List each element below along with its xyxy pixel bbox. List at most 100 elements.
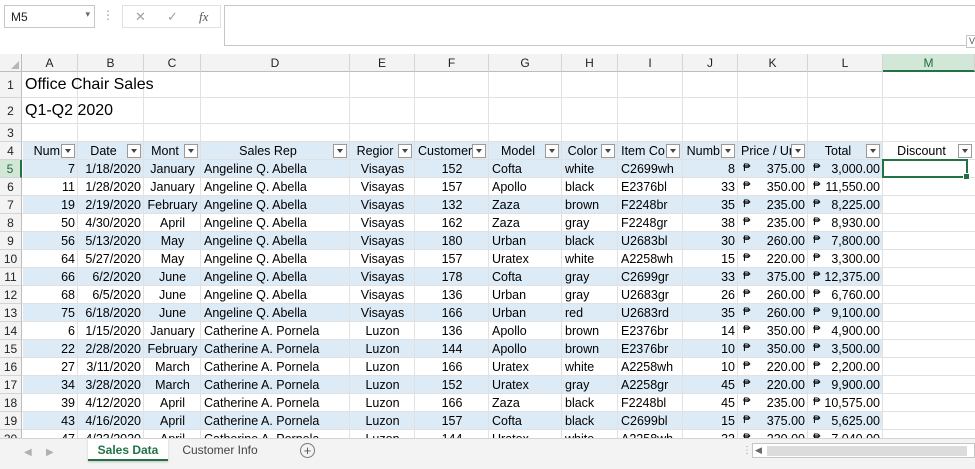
cell-month[interactable]: January <box>144 160 201 178</box>
cell-region[interactable]: Luzon <box>350 322 415 340</box>
cell-model[interactable]: Zaza <box>489 214 562 232</box>
cell-color[interactable]: brown <box>562 322 618 340</box>
cell-qty[interactable]: 35 <box>683 304 738 322</box>
prev-sheet-icon[interactable]: ◀ <box>24 447 32 458</box>
cell-region[interactable]: Luzon <box>350 394 415 412</box>
filter-dropdown-icon[interactable] <box>866 144 880 158</box>
cell-num[interactable]: 50 <box>22 214 78 232</box>
cell-code[interactable]: E2376bl <box>618 178 683 196</box>
filter-dropdown-icon[interactable] <box>472 144 486 158</box>
cell-date[interactable]: 5/13/2020 <box>78 232 144 250</box>
cell-code[interactable]: E2376br <box>618 322 683 340</box>
row-header-7[interactable]: 7 <box>0 196 22 214</box>
cell-qty[interactable]: 14 <box>683 322 738 340</box>
cell-code[interactable]: C2699gr <box>618 268 683 286</box>
cell-color[interactable]: gray <box>562 268 618 286</box>
column-header-b[interactable]: B <box>78 54 144 72</box>
cell-num[interactable]: 66 <box>22 268 78 286</box>
formula-bar-grip-icon[interactable]: ⋮ <box>102 8 114 22</box>
row-header-1[interactable]: 1 <box>0 72 22 98</box>
cell-rep[interactable]: Angeline Q. Abella <box>201 250 350 268</box>
cell-rep[interactable]: Catherine A. Pornela <box>201 412 350 430</box>
cell-region[interactable]: Visayas <box>350 160 415 178</box>
cell-month[interactable]: June <box>144 304 201 322</box>
cell-code[interactable]: A2258wh <box>618 358 683 376</box>
cell-num[interactable]: 22 <box>22 340 78 358</box>
cell-model[interactable]: Apollo <box>489 322 562 340</box>
cell-model[interactable]: Apollo <box>489 178 562 196</box>
cell-month[interactable]: March <box>144 358 201 376</box>
cell-color[interactable]: brown <box>562 196 618 214</box>
cell-model[interactable]: Cofta <box>489 412 562 430</box>
scrollbar-thumb[interactable] <box>767 446 967 456</box>
column-header-i[interactable]: I <box>618 54 683 72</box>
cell-region[interactable]: Visayas <box>350 232 415 250</box>
cell-num[interactable]: 68 <box>22 286 78 304</box>
cell-num[interactable]: 19 <box>22 196 78 214</box>
cell-num[interactable]: 75 <box>22 304 78 322</box>
cell-color[interactable]: gray <box>562 376 618 394</box>
cell-rep[interactable]: Catherine A. Pornela <box>201 340 350 358</box>
cell-qty[interactable]: 30 <box>683 232 738 250</box>
cell-region[interactable]: Visayas <box>350 286 415 304</box>
cell-color[interactable]: gray <box>562 286 618 304</box>
column-header-c[interactable]: C <box>144 54 201 72</box>
cell-date[interactable]: 4/16/2020 <box>78 412 144 430</box>
row-header-14[interactable]: 14 <box>0 322 22 340</box>
cell-color[interactable]: black <box>562 394 618 412</box>
cell-month[interactable]: April <box>144 412 201 430</box>
cell-date[interactable]: 1/15/2020 <box>78 322 144 340</box>
filter-dropdown-icon[interactable] <box>791 144 805 158</box>
row-header-15[interactable]: 15 <box>0 340 22 358</box>
scroll-left-icon[interactable]: ◀ <box>755 445 762 456</box>
cell-customer[interactable]: 166 <box>415 358 489 376</box>
cell-qty[interactable]: 33 <box>683 178 738 196</box>
cell-rep[interactable]: Angeline Q. Abella <box>201 232 350 250</box>
cell-num[interactable]: 11 <box>22 178 78 196</box>
cell-num[interactable]: 27 <box>22 358 78 376</box>
cell-date[interactable]: 4/23/2020 <box>78 430 144 438</box>
filter-dropdown-icon[interactable] <box>545 144 559 158</box>
cell-date[interactable]: 1/28/2020 <box>78 178 144 196</box>
horizontal-scrollbar[interactable]: ◀ <box>752 443 975 458</box>
cell-num[interactable]: 64 <box>22 250 78 268</box>
row-header-8[interactable]: 8 <box>0 214 22 232</box>
cell-code[interactable]: U2683rd <box>618 304 683 322</box>
cell-qty[interactable]: 8 <box>683 160 738 178</box>
cell-code[interactable]: U2683bl <box>618 232 683 250</box>
cell-rep[interactable]: Angeline Q. Abella <box>201 214 350 232</box>
cell-month[interactable]: February <box>144 340 201 358</box>
cell-month[interactable]: May <box>144 250 201 268</box>
cell-customer[interactable]: 166 <box>415 304 489 322</box>
cell-rep[interactable]: Angeline Q. Abella <box>201 178 350 196</box>
column-header-a[interactable]: A <box>22 54 78 72</box>
cell-month[interactable]: March <box>144 376 201 394</box>
active-cell-m5[interactable] <box>882 159 970 180</box>
cell-qty[interactable]: 38 <box>683 214 738 232</box>
cell-region[interactable]: Luzon <box>350 358 415 376</box>
cell-model[interactable]: Zaza <box>489 196 562 214</box>
row-header-18[interactable]: 18 <box>0 394 22 412</box>
tab-splitter-icon[interactable]: ⋮ <box>742 445 752 456</box>
column-header-f[interactable]: F <box>415 54 489 72</box>
cell-month[interactable]: April <box>144 430 201 438</box>
cell-qty[interactable]: 35 <box>683 196 738 214</box>
expand-formula-bar-button[interactable]: V <box>966 35 975 48</box>
worksheet-grid[interactable]: A B C D E F G H I J K L M 1 2 3 4 5 6 7 8 9 10 11 12 13 14 15 16 17 18… <box>0 54 975 438</box>
cell-date[interactable]: 2/19/2020 <box>78 196 144 214</box>
cell-date[interactable]: 3/11/2020 <box>78 358 144 376</box>
row-header-20[interactable]: 20 <box>0 430 22 438</box>
sheet-subtitle[interactable]: Q1-Q2 2020 <box>22 98 222 124</box>
cell-rep[interactable]: Angeline Q. Abella <box>201 286 350 304</box>
cell-num[interactable]: 56 <box>22 232 78 250</box>
cell-month[interactable]: April <box>144 214 201 232</box>
cell-qty[interactable]: 32 <box>683 430 738 438</box>
cell-date[interactable]: 3/28/2020 <box>78 376 144 394</box>
insert-function-icon[interactable]: fx <box>199 9 208 25</box>
cell-code[interactable]: C2699bl <box>618 412 683 430</box>
cell-month[interactable]: April <box>144 394 201 412</box>
row-header-9[interactable]: 9 <box>0 232 22 250</box>
cell-customer[interactable]: 157 <box>415 178 489 196</box>
cell-customer[interactable]: 178 <box>415 268 489 286</box>
cell-date[interactable]: 6/18/2020 <box>78 304 144 322</box>
